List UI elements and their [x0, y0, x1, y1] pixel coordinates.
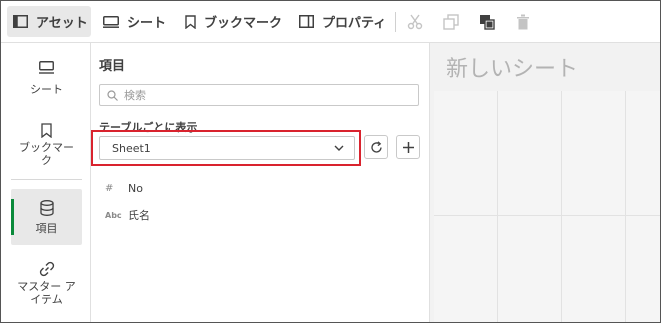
nav-divider	[11, 179, 82, 180]
refresh-icon	[370, 140, 382, 153]
field-item[interactable]: Abc 氏名	[105, 206, 150, 224]
field-item[interactable]: # No	[105, 179, 143, 197]
properties-tab-label: プロパティ	[322, 16, 387, 31]
grid-line	[561, 91, 562, 322]
search-placeholder: 検索	[124, 89, 146, 102]
assets-tab-label: アセット	[36, 16, 88, 31]
text-field-icon: Abc	[105, 210, 122, 220]
copy-button[interactable]	[441, 12, 461, 32]
refresh-button[interactable]	[364, 135, 388, 159]
copy-icon	[443, 14, 459, 30]
nav-item-label: シート	[30, 83, 63, 96]
plus-icon	[402, 141, 414, 153]
sheet-icon	[39, 61, 54, 74]
field-name: No	[128, 181, 143, 195]
active-indicator	[11, 199, 14, 235]
toolbar: アセット シート ブックマーク プロパティ	[1, 1, 660, 43]
fields-panel: 項目 検索 テーブルごとに表示 Sheet1 # No Abc 氏名	[91, 43, 430, 322]
assets-tab[interactable]: アセット	[7, 6, 91, 37]
sheets-tab-label: シート	[127, 16, 167, 31]
cut-button[interactable]	[405, 12, 425, 32]
sheet-icon	[103, 15, 119, 28]
database-icon	[39, 200, 54, 216]
properties-panel-icon	[299, 15, 314, 28]
duplicate-icon	[480, 15, 495, 30]
search-icon	[107, 89, 118, 101]
table-select[interactable]: Sheet1	[99, 136, 355, 160]
nav-item-label: ブックマーク	[19, 141, 74, 167]
search-input[interactable]: 検索	[99, 84, 419, 106]
bookmarks-tab-label: ブックマーク	[204, 16, 283, 31]
trash-icon	[517, 14, 529, 30]
nav-item-fields[interactable]: 項目	[11, 189, 82, 245]
cut-icon	[407, 14, 423, 30]
grid-line	[625, 91, 626, 322]
bookmarks-tab[interactable]: ブックマーク	[185, 6, 282, 37]
assets-panel-icon	[13, 15, 28, 28]
numeric-field-icon: #	[105, 182, 114, 194]
grid-line	[434, 215, 660, 216]
nav-item-label: マスター アイテム	[17, 280, 76, 306]
field-name: 氏名	[128, 209, 150, 222]
nav-item-bookmarks[interactable]: ブックマーク	[11, 123, 82, 171]
sheet-title[interactable]: 新しいシート	[446, 51, 578, 83]
sheet-canvas[interactable]: 新しいシート	[430, 43, 660, 322]
asset-nav: シート ブックマーク 項目 マスター アイテム	[1, 43, 91, 322]
app-window: アセット シート ブックマーク プロパティ シート ブックマーク 項目 マスター…	[0, 0, 661, 323]
nav-item-label: 項目	[35, 222, 58, 235]
panel-title: 項目	[99, 59, 126, 74]
bookmark-icon	[41, 123, 52, 138]
nav-item-master-items[interactable]: マスター アイテム	[11, 261, 82, 313]
duplicate-button[interactable]	[477, 12, 497, 32]
toolbar-divider	[395, 12, 396, 32]
delete-button[interactable]	[513, 12, 533, 32]
table-select-value: Sheet1	[112, 141, 151, 155]
nav-item-sheets[interactable]: シート	[11, 61, 82, 103]
link-icon	[39, 261, 54, 277]
bookmark-icon	[185, 14, 196, 29]
add-button[interactable]	[396, 135, 420, 159]
properties-tab[interactable]: プロパティ	[299, 6, 386, 37]
sheet-grid[interactable]	[434, 91, 660, 322]
chevron-down-icon	[334, 145, 344, 151]
grid-line	[497, 91, 498, 322]
sheets-tab[interactable]: シート	[103, 6, 166, 37]
